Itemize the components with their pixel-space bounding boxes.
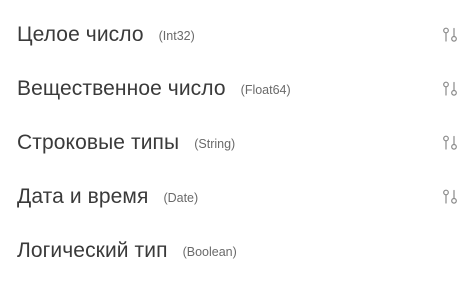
type-code: (String): [194, 136, 236, 151]
type-label: Дата и время: [17, 185, 149, 208]
type-item-date[interactable]: Дата и время (Date): [0, 170, 475, 224]
type-label: Логический тип: [17, 239, 168, 262]
type-label: Целое число: [17, 23, 144, 46]
type-label: Вещественное число: [17, 77, 226, 100]
type-item-int32[interactable]: Целое число (Int32): [0, 8, 475, 62]
type-list: Целое число (Int32) Вещественное число (…: [0, 8, 475, 278]
type-code: (Date): [163, 190, 199, 205]
type-list-panel: Целое число (Int32) Вещественное число (…: [0, 0, 475, 282]
sort-icon[interactable]: [440, 133, 460, 153]
type-label: Строковые типы: [17, 131, 180, 154]
sort-icon[interactable]: [440, 25, 460, 45]
type-code: (Int32): [158, 28, 195, 43]
type-item-string[interactable]: Строковые типы (String): [0, 116, 475, 170]
type-item-boolean[interactable]: Логический тип (Boolean): [0, 224, 475, 278]
type-item-float64[interactable]: Вещественное число (Float64): [0, 62, 475, 116]
sort-icon[interactable]: [440, 79, 460, 99]
sort-icon[interactable]: [440, 187, 460, 207]
type-code: (Float64): [240, 82, 291, 97]
type-code: (Boolean): [182, 244, 237, 259]
